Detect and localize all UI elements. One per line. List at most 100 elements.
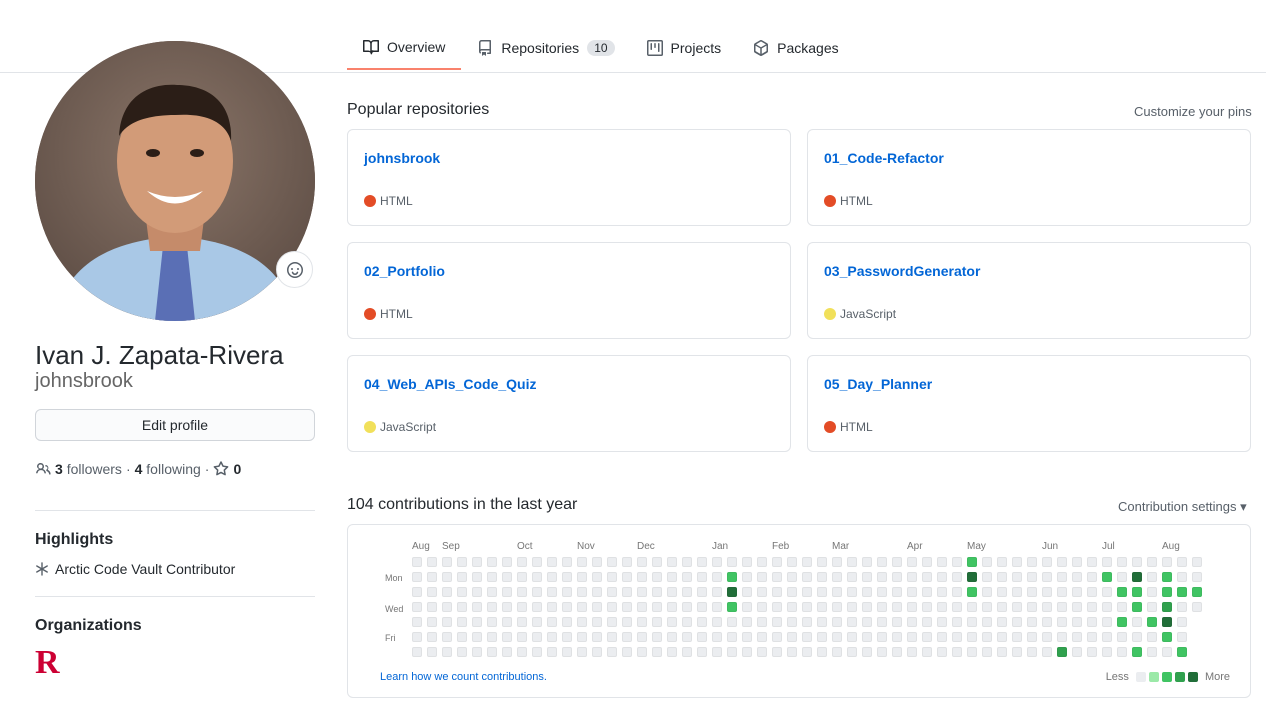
contribution-day[interactable] bbox=[1162, 647, 1172, 657]
contribution-day[interactable] bbox=[997, 602, 1007, 612]
contribution-day[interactable] bbox=[442, 647, 452, 657]
contribution-day[interactable] bbox=[742, 647, 752, 657]
contribution-day[interactable] bbox=[637, 617, 647, 627]
contribution-day[interactable] bbox=[682, 557, 692, 567]
contribution-day[interactable] bbox=[832, 572, 842, 582]
contribution-day[interactable] bbox=[892, 572, 902, 582]
repo-name-link[interactable]: 02_Portfolio bbox=[364, 263, 445, 279]
contribution-day[interactable] bbox=[907, 632, 917, 642]
contribution-day[interactable] bbox=[877, 587, 887, 597]
contribution-day[interactable] bbox=[1177, 602, 1187, 612]
contribution-day[interactable] bbox=[1027, 602, 1037, 612]
contribution-day[interactable] bbox=[652, 602, 662, 612]
contribution-day[interactable] bbox=[922, 632, 932, 642]
contribution-day[interactable] bbox=[577, 572, 587, 582]
contribution-day[interactable] bbox=[1087, 602, 1097, 612]
contribution-day[interactable] bbox=[847, 587, 857, 597]
contribution-day[interactable] bbox=[982, 617, 992, 627]
organization-avatar[interactable]: R bbox=[35, 644, 67, 681]
contribution-day[interactable] bbox=[877, 632, 887, 642]
contribution-day[interactable] bbox=[682, 572, 692, 582]
contribution-day[interactable] bbox=[802, 647, 812, 657]
contribution-day[interactable] bbox=[802, 572, 812, 582]
contribution-day[interactable] bbox=[1102, 557, 1112, 567]
contribution-day[interactable] bbox=[622, 632, 632, 642]
contribution-day[interactable] bbox=[817, 647, 827, 657]
contribution-day[interactable] bbox=[1087, 587, 1097, 597]
contribution-day[interactable] bbox=[532, 572, 542, 582]
contribution-day[interactable] bbox=[1162, 602, 1172, 612]
contribution-day[interactable] bbox=[1132, 632, 1142, 642]
contribution-day[interactable] bbox=[967, 632, 977, 642]
contribution-day[interactable] bbox=[1057, 647, 1067, 657]
contribution-day[interactable] bbox=[727, 572, 737, 582]
contribution-day[interactable] bbox=[547, 572, 557, 582]
contribution-day[interactable] bbox=[562, 587, 572, 597]
contribution-day[interactable] bbox=[1162, 572, 1172, 582]
contribution-day[interactable] bbox=[1027, 572, 1037, 582]
contribution-day[interactable] bbox=[487, 647, 497, 657]
contribution-day[interactable] bbox=[967, 647, 977, 657]
contribution-day[interactable] bbox=[907, 602, 917, 612]
contribution-day[interactable] bbox=[1027, 587, 1037, 597]
contribution-day[interactable] bbox=[652, 632, 662, 642]
contribution-day[interactable] bbox=[862, 617, 872, 627]
contribution-day[interactable] bbox=[1132, 617, 1142, 627]
contribution-day[interactable] bbox=[772, 632, 782, 642]
contribution-day[interactable] bbox=[937, 587, 947, 597]
contribution-day[interactable] bbox=[952, 632, 962, 642]
contribution-day[interactable] bbox=[817, 602, 827, 612]
contribution-day[interactable] bbox=[862, 557, 872, 567]
contribution-day[interactable] bbox=[937, 572, 947, 582]
contribution-day[interactable] bbox=[817, 557, 827, 567]
contribution-day[interactable] bbox=[1012, 572, 1022, 582]
contribution-day[interactable] bbox=[1177, 632, 1187, 642]
contribution-day[interactable] bbox=[862, 632, 872, 642]
contribution-day[interactable] bbox=[667, 587, 677, 597]
following-link[interactable]: 4 following bbox=[135, 461, 201, 477]
contribution-day[interactable] bbox=[472, 632, 482, 642]
contribution-day[interactable] bbox=[637, 602, 647, 612]
contribution-day[interactable] bbox=[532, 647, 542, 657]
contribution-day[interactable] bbox=[832, 617, 842, 627]
contribution-day[interactable] bbox=[967, 617, 977, 627]
contribution-day[interactable] bbox=[622, 587, 632, 597]
contribution-day[interactable] bbox=[892, 632, 902, 642]
contribution-day[interactable] bbox=[577, 617, 587, 627]
customize-pins-link[interactable]: Customize your pins bbox=[1134, 104, 1252, 119]
repo-name-link[interactable]: 03_PasswordGenerator bbox=[824, 263, 980, 279]
contribution-day[interactable] bbox=[502, 557, 512, 567]
contribution-day[interactable] bbox=[1087, 617, 1097, 627]
contribution-day[interactable] bbox=[727, 587, 737, 597]
contribution-day[interactable] bbox=[1132, 587, 1142, 597]
contribution-day[interactable] bbox=[1087, 572, 1097, 582]
contribution-day[interactable] bbox=[757, 617, 767, 627]
contribution-day[interactable] bbox=[922, 557, 932, 567]
contribution-day[interactable] bbox=[652, 617, 662, 627]
contribution-day[interactable] bbox=[637, 587, 647, 597]
contribution-day[interactable] bbox=[937, 557, 947, 567]
contribution-day[interactable] bbox=[1027, 617, 1037, 627]
contribution-day[interactable] bbox=[547, 602, 557, 612]
contribution-day[interactable] bbox=[757, 587, 767, 597]
contribution-day[interactable] bbox=[997, 572, 1007, 582]
set-status-button[interactable] bbox=[276, 251, 313, 288]
contribution-day[interactable] bbox=[427, 647, 437, 657]
contribution-day[interactable] bbox=[727, 557, 737, 567]
contribution-day[interactable] bbox=[1072, 587, 1082, 597]
contribution-day[interactable] bbox=[922, 602, 932, 612]
edit-profile-button[interactable]: Edit profile bbox=[35, 409, 315, 441]
contribution-day[interactable] bbox=[682, 632, 692, 642]
contribution-day[interactable] bbox=[1057, 632, 1067, 642]
contribution-day[interactable] bbox=[907, 572, 917, 582]
contribution-day[interactable] bbox=[802, 617, 812, 627]
contribution-day[interactable] bbox=[427, 587, 437, 597]
contribution-day[interactable] bbox=[517, 557, 527, 567]
contribution-day[interactable] bbox=[757, 572, 767, 582]
contribution-day[interactable] bbox=[757, 632, 767, 642]
contribution-day[interactable] bbox=[502, 572, 512, 582]
contribution-day[interactable] bbox=[742, 572, 752, 582]
contribution-day[interactable] bbox=[787, 617, 797, 627]
contribution-day[interactable] bbox=[862, 602, 872, 612]
contribution-day[interactable] bbox=[847, 572, 857, 582]
